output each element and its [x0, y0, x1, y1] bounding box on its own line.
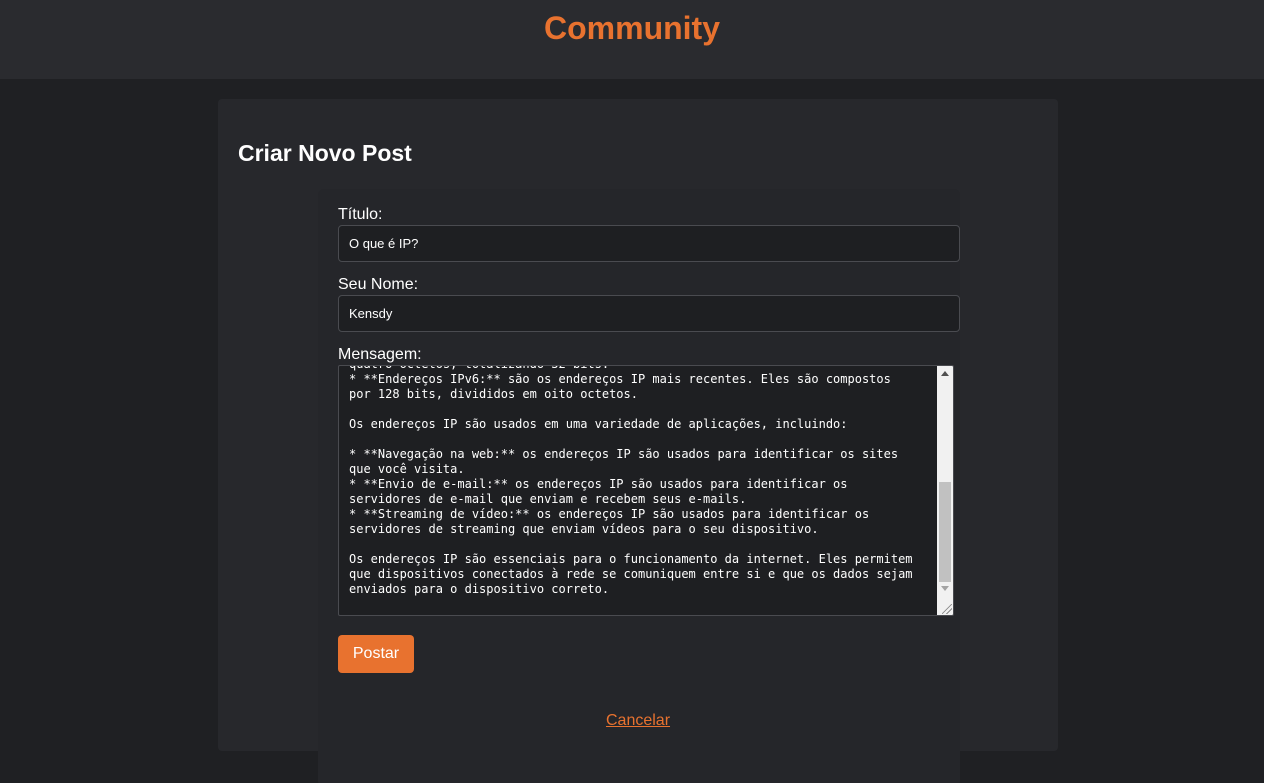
top-bar: Community	[0, 0, 1264, 79]
post-button[interactable]: Postar	[338, 635, 414, 673]
scroll-thumb[interactable]	[939, 482, 951, 582]
title-input[interactable]	[338, 225, 960, 262]
page-title: Criar Novo Post	[238, 140, 412, 166]
cancel-link[interactable]: Cancelar	[218, 711, 1058, 731]
name-label: Seu Nome:	[338, 276, 419, 293]
message-scrollbar[interactable]	[937, 366, 953, 615]
message-text: quatro octetos, totalizando 32 bits. * *…	[349, 366, 913, 596]
title-label: Título:	[338, 206, 383, 223]
scroll-down-icon[interactable]	[941, 586, 949, 591]
scroll-up-icon[interactable]	[941, 371, 949, 376]
message-textarea[interactable]: quatro octetos, totalizando 32 bits. * *…	[338, 365, 954, 616]
new-post-card: Criar Novo Post Título: Seu Nome: Mensag…	[218, 99, 1058, 783]
resize-grip-icon[interactable]	[942, 604, 952, 614]
message-label: Mensagem:	[338, 346, 422, 363]
brand-title: Community	[544, 10, 720, 46]
name-input[interactable]	[338, 295, 960, 332]
